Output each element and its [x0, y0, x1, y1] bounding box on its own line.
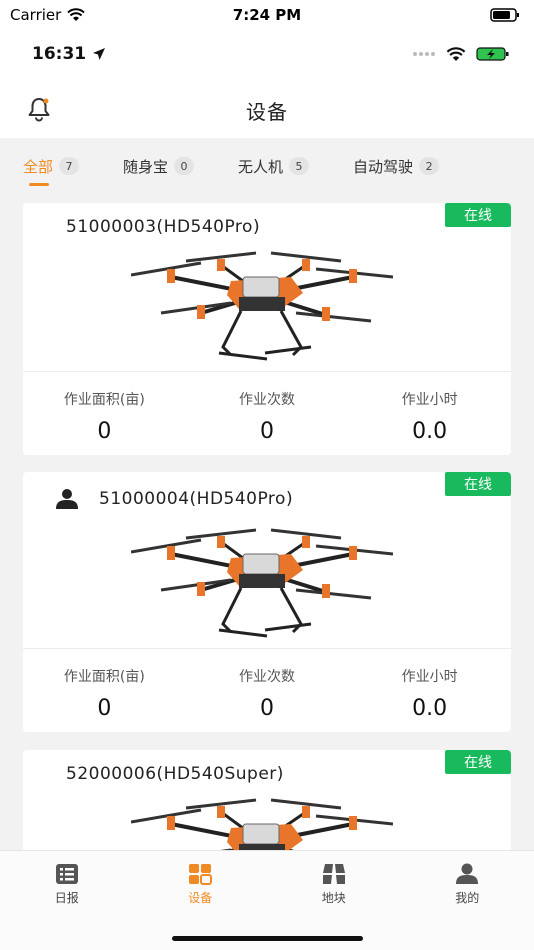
device-filter-tabs: 全部 7 随身宝 0 无人机 5 自动驾驶 2 [0, 138, 534, 194]
count-badge: 7 [59, 157, 80, 175]
stat-count: 作业次数 0 [186, 389, 349, 444]
tab-companion[interactable]: 随身宝 0 [123, 138, 195, 194]
stat-count: 作业次数 0 [186, 666, 349, 721]
drone-image [131, 251, 393, 361]
tab-daily-report[interactable]: 日报 [0, 863, 134, 911]
stat-label: 作业面积(亩) [63, 392, 145, 408]
wifi-icon [67, 8, 86, 21]
wifi-icon [446, 46, 466, 61]
tab-label: 随身宝 [123, 157, 169, 176]
stat-label: 作业次数 [239, 392, 295, 408]
stat-label: 作业小时 [401, 392, 458, 408]
stat-value: 0 [97, 696, 112, 721]
tab-label: 设备 [188, 891, 213, 905]
status-badge: 在线 [445, 750, 511, 774]
tab-drone[interactable]: 无人机 5 [238, 138, 310, 194]
count-badge: 0 [174, 157, 195, 175]
divider [23, 371, 511, 372]
stat-value: 0 [97, 419, 112, 444]
bottom-tab-bar: 日报 设备 地块 我的 [0, 850, 534, 950]
device-stats: 作业面积(亩) 0 作业次数 0 作业小时 0.0 [23, 666, 511, 721]
page-title: 设备 [246, 100, 288, 124]
tab-label: 日报 [54, 891, 79, 905]
device-stats: 作业面积(亩) 0 作业次数 0 作业小时 0.0 [23, 389, 511, 444]
home-indicator[interactable] [172, 936, 363, 941]
nav-header: 设备 [0, 78, 534, 138]
tab-devices[interactable]: 设备 [134, 863, 268, 911]
device-name: 51000003(HD540Pro) [66, 217, 261, 237]
map-plot-icon [322, 864, 345, 884]
drone-image [131, 528, 393, 638]
status-badge: 在线 [445, 472, 511, 496]
device-card[interactable]: 在线 51000003(HD540Pro) 作业面积(亩) 0 作业次数 0 作… [23, 203, 511, 455]
divider [23, 648, 511, 649]
tab-profile[interactable]: 我的 [401, 863, 534, 911]
count-badge: 2 [419, 157, 440, 175]
tab-plots[interactable]: 地块 [267, 863, 401, 911]
profile-icon [456, 863, 479, 884]
tab-label: 自动驾驶 [353, 157, 414, 176]
status-badge: 在线 [445, 203, 511, 227]
stat-label: 作业次数 [239, 669, 295, 685]
tab-all[interactable]: 全部 7 [23, 138, 80, 194]
stat-label: 作业面积(亩) [63, 669, 145, 685]
status-clock: 16:31 [32, 44, 87, 64]
carrier-label: Carrier [10, 6, 62, 24]
tab-label: 地块 [321, 891, 346, 905]
tab-label: 无人机 [238, 157, 284, 176]
stat-hours: 作业小时 0.0 [348, 666, 511, 721]
simulator-status-bar: Carrier 7:24 PM [0, 0, 534, 30]
user-icon [56, 489, 78, 509]
device-grid-icon [189, 864, 213, 885]
stat-area: 作业面积(亩) 0 [23, 389, 186, 444]
signal-dots-icon [413, 52, 435, 56]
count-badge: 5 [289, 157, 310, 175]
stat-value: 0 [260, 696, 274, 721]
stat-value: 0.0 [412, 419, 448, 444]
battery-icon [490, 8, 519, 22]
stat-label: 作业小时 [401, 669, 458, 685]
stat-hours: 作业小时 0.0 [348, 389, 511, 444]
stat-area: 作业面积(亩) 0 [23, 666, 186, 721]
stat-value: 0.0 [412, 696, 448, 721]
charging-battery-icon [476, 47, 509, 61]
daily-report-icon [55, 864, 78, 884]
tab-autopilot[interactable]: 自动驾驶 2 [353, 138, 440, 194]
device-status-bar: 16:31 [0, 30, 534, 78]
tab-label: 我的 [455, 891, 480, 905]
location-arrow-icon [93, 48, 106, 60]
stat-value: 0 [260, 419, 274, 444]
device-name: 51000004(HD540Pro) [99, 489, 294, 509]
device-card[interactable]: 在线 51000004(HD540Pro) 作业面积(亩) 0 作业次数 0 作… [23, 472, 511, 732]
device-name: 52000006(HD540Super) [66, 764, 284, 784]
tab-label: 全部 [23, 157, 54, 176]
